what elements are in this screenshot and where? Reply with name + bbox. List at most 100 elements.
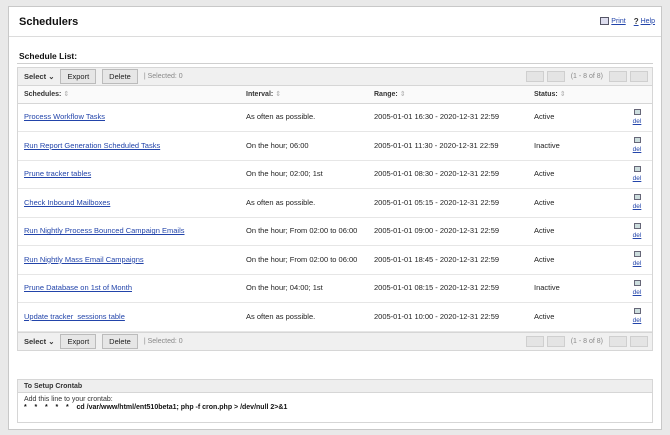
- first-page-button[interactable]: [525, 71, 544, 82]
- printer-icon: [600, 17, 610, 25]
- edit-icon[interactable]: [633, 108, 641, 115]
- title-bar: Schedulers Print ? Help: [9, 7, 661, 37]
- select-dropdown[interactable]: Select ⌄: [24, 337, 54, 346]
- prev-page-button[interactable]: [546, 71, 565, 82]
- delete-link[interactable]: del: [633, 260, 642, 267]
- edit-icon[interactable]: [633, 222, 641, 229]
- edit-icon[interactable]: [633, 279, 641, 286]
- delete-button[interactable]: Delete: [102, 69, 138, 84]
- delete-link[interactable]: del: [633, 203, 642, 210]
- schedule-link[interactable]: Update tracker_sessions table: [24, 312, 125, 321]
- range-cell: 2005-01-01 08:30 - 2020-12-31 22:59: [368, 160, 528, 189]
- selected-count: | Selected: 0: [143, 73, 183, 80]
- row-actions: del: [622, 188, 652, 218]
- page-count: (1 - 8 of 8): [570, 337, 603, 345]
- table-row: Run Nightly Process Bounced Campaign Ema…: [18, 217, 652, 246]
- crontab-command: * * * * * cd /var/www/html/ent510beta1; …: [24, 404, 288, 411]
- schedule-list: Select ⌄ Export Delete | Selected: 0 (1 …: [17, 67, 653, 351]
- interval-cell: On the hour; 06:00: [240, 131, 368, 161]
- help-link[interactable]: ? Help: [633, 17, 655, 26]
- next-page-button[interactable]: [609, 335, 627, 347]
- status-cell: Inactive: [528, 274, 622, 303]
- top-links: Print ? Help: [600, 17, 655, 26]
- row-actions: del: [622, 302, 652, 332]
- range-cell: 2005-01-01 18:45 - 2020-12-31 22:59: [368, 245, 528, 275]
- delete-link[interactable]: del: [633, 289, 642, 296]
- interval-cell: On the hour; From 02:00 to 06:00: [240, 245, 368, 275]
- edit-icon[interactable]: [633, 165, 641, 172]
- edit-icon[interactable]: [633, 194, 641, 201]
- print-link[interactable]: Print: [600, 17, 626, 25]
- crontab-panel: To Setup Crontab Add this line to your c…: [17, 379, 653, 423]
- delete-button[interactable]: Delete: [102, 333, 138, 349]
- col-range[interactable]: Range: ⇕: [368, 86, 528, 104]
- schedule-link[interactable]: Prune Database on 1st of Month: [24, 283, 132, 292]
- header-row: Schedules: ⇕ Interval: ⇕ Range: ⇕ Status…: [18, 86, 652, 104]
- help-icon: ?: [633, 17, 639, 26]
- export-button[interactable]: Export: [60, 333, 97, 349]
- help-label: Help: [640, 17, 655, 25]
- col-status[interactable]: Status: ⇕: [528, 86, 622, 104]
- range-cell: 2005-01-01 09:00 - 2020-12-31 22:59: [368, 217, 528, 246]
- schedule-link[interactable]: Process Workflow Tasks: [24, 112, 105, 121]
- col-interval[interactable]: Interval: ⇕: [240, 86, 368, 104]
- crontab-instruction: Add this line to your crontab:: [24, 396, 113, 403]
- interval-cell: On the hour; 04:00; 1st: [240, 274, 368, 303]
- bottom-toolbar: Select ⌄ Export Delete | Selected: 0 (1 …: [18, 331, 652, 350]
- delete-link[interactable]: del: [633, 146, 642, 153]
- next-page-button[interactable]: [609, 71, 627, 82]
- schedule-link[interactable]: Prune tracker tables: [24, 169, 91, 178]
- pager: (1 - 8 of 8): [525, 335, 648, 347]
- page-count: (1 - 8 of 8): [570, 73, 603, 80]
- table-row: Check Inbound Mailboxes As often as poss…: [18, 188, 652, 218]
- interval-cell: As often as possible.: [240, 188, 368, 218]
- prev-page-button[interactable]: [546, 335, 565, 347]
- interval-cell: On the hour; 02:00; 1st: [240, 160, 368, 189]
- top-toolbar: Select ⌄ Export Delete | Selected: 0 (1 …: [18, 68, 652, 86]
- status-cell: Active: [528, 245, 622, 275]
- schedules-table: Schedules: ⇕ Interval: ⇕ Range: ⇕ Status…: [18, 86, 652, 332]
- select-dropdown[interactable]: Select ⌄: [24, 72, 54, 81]
- status-cell: Active: [528, 217, 622, 246]
- crontab-title: To Setup Crontab: [18, 380, 652, 393]
- first-page-button[interactable]: [525, 335, 544, 347]
- schedule-link[interactable]: Run Nightly Process Bounced Campaign Ema…: [24, 226, 185, 235]
- status-cell: Active: [528, 103, 622, 132]
- export-button[interactable]: Export: [60, 69, 97, 84]
- range-cell: 2005-01-01 11:30 - 2020-12-31 22:59: [368, 131, 528, 161]
- status-cell: Active: [528, 160, 622, 189]
- status-cell: Active: [528, 188, 622, 218]
- edit-icon[interactable]: [633, 251, 641, 258]
- range-cell: 2005-01-01 05:15 - 2020-12-31 22:59: [368, 188, 528, 218]
- range-cell: 2005-01-01 08:15 - 2020-12-31 22:59: [368, 274, 528, 303]
- row-actions: del: [622, 131, 652, 161]
- pager: (1 - 8 of 8): [525, 71, 648, 82]
- delete-link[interactable]: del: [633, 118, 642, 125]
- interval-cell: On the hour; From 02:00 to 06:00: [240, 217, 368, 246]
- table-row: Run Report Generation Scheduled Tasks On…: [18, 131, 652, 161]
- schedule-link[interactable]: Run Report Generation Scheduled Tasks: [24, 141, 160, 150]
- table-row: Prune Database on 1st of Month On the ho…: [18, 274, 652, 303]
- interval-cell: As often as possible.: [240, 302, 368, 332]
- delete-link[interactable]: del: [633, 317, 642, 324]
- delete-link[interactable]: del: [633, 232, 642, 239]
- delete-link[interactable]: del: [633, 175, 642, 182]
- edit-icon[interactable]: [633, 308, 641, 315]
- col-actions: [622, 86, 652, 104]
- status-cell: Active: [528, 302, 622, 332]
- schedule-link[interactable]: Check Inbound Mailboxes: [24, 198, 110, 207]
- table-row: Prune tracker tables On the hour; 02:00;…: [18, 160, 652, 189]
- section-title: Schedule List:: [19, 51, 78, 61]
- row-actions: del: [622, 160, 652, 189]
- row-actions: del: [622, 245, 652, 275]
- row-actions: del: [622, 103, 652, 132]
- col-schedules[interactable]: Schedules: ⇕: [18, 86, 240, 104]
- table-row: Run Nightly Mass Email Campaigns On the …: [18, 245, 652, 275]
- row-actions: del: [622, 274, 652, 303]
- edit-icon[interactable]: [633, 137, 641, 144]
- last-page-button[interactable]: [630, 71, 648, 82]
- schedule-link[interactable]: Run Nightly Mass Email Campaigns: [24, 255, 144, 264]
- status-cell: Inactive: [528, 131, 622, 161]
- last-page-button[interactable]: [630, 335, 648, 347]
- row-actions: del: [622, 217, 652, 246]
